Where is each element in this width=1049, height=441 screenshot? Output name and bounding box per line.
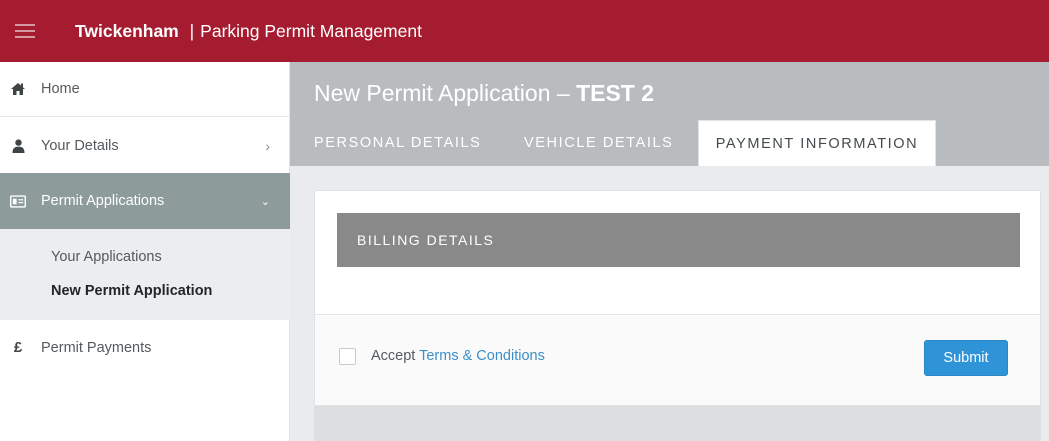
submenu-your-applications[interactable]: Your Applications [51, 249, 162, 265]
tab-personal-details[interactable]: PERSONAL DETAILS [314, 120, 524, 166]
chevron-right-icon: › [265, 138, 270, 154]
panel-bottom-strip [314, 406, 1041, 441]
top-bar: Twickenham | Parking Permit Management [0, 0, 1049, 62]
sidebar-item-label: Permit Payments [41, 339, 152, 356]
billing-details-header: BILLING DETAILS [337, 213, 1020, 267]
chevron-down-icon: ⌄ [260, 195, 270, 208]
sidebar-item-your-details[interactable]: Your Details › [0, 119, 290, 174]
app-title: Twickenham | Parking Permit Management [75, 21, 422, 42]
hamburger-icon[interactable] [15, 24, 35, 38]
accept-terms-label: Accept Terms & Conditions [371, 348, 545, 364]
sidebar-item-label: Permit Applications [41, 193, 165, 209]
billing-details-heading: BILLING DETAILS [357, 232, 495, 248]
sidebar-item-permit-applications[interactable]: Permit Applications ⌄ [0, 173, 290, 229]
tab-bar: PERSONAL DETAILS VEHICLE DETAILS PAYMENT… [314, 120, 936, 166]
brand-name: Twickenham [75, 20, 179, 41]
home-icon [10, 82, 26, 96]
sidebar: Home Your Details › Permit Applications … [0, 62, 290, 441]
sidebar-item-home[interactable]: Home [0, 62, 290, 117]
sidebar-item-label: Your Details [41, 138, 119, 154]
page-header: New Permit Application – TEST 2 PERSONAL… [290, 62, 1049, 166]
pound-icon: £ [13, 339, 23, 356]
accept-terms-checkbox[interactable] [339, 348, 356, 365]
page-title-prefix: New Permit Application – [314, 80, 577, 106]
page-title-application-name: TEST 2 [576, 80, 655, 106]
submit-button[interactable]: Submit [924, 340, 1008, 376]
sidebar-item-permit-payments[interactable]: £ Permit Payments [0, 320, 290, 375]
title-separator: | [189, 20, 195, 41]
sidebar-item-label: Home [41, 81, 80, 97]
panel-footer: Accept Terms & Conditions Submit [315, 315, 1040, 405]
page-title: New Permit Application – TEST 2 [314, 80, 654, 107]
id-card-icon [10, 194, 26, 208]
user-icon [10, 139, 26, 153]
main-content: New Permit Application – TEST 2 PERSONAL… [290, 62, 1049, 441]
terms-conditions-link[interactable]: Terms & Conditions [419, 348, 545, 364]
submenu-new-permit-application[interactable]: New Permit Application [51, 283, 212, 299]
tab-vehicle-details[interactable]: VEHICLE DETAILS [524, 120, 698, 166]
billing-panel: BILLING DETAILS Accept Terms & Condition… [314, 190, 1041, 406]
accept-text: Accept [371, 348, 420, 364]
sidebar-submenu: Your Applications New Permit Application [0, 229, 290, 320]
app-subtitle: Parking Permit Management [200, 20, 422, 41]
tab-payment-information[interactable]: PAYMENT INFORMATION [698, 120, 936, 166]
